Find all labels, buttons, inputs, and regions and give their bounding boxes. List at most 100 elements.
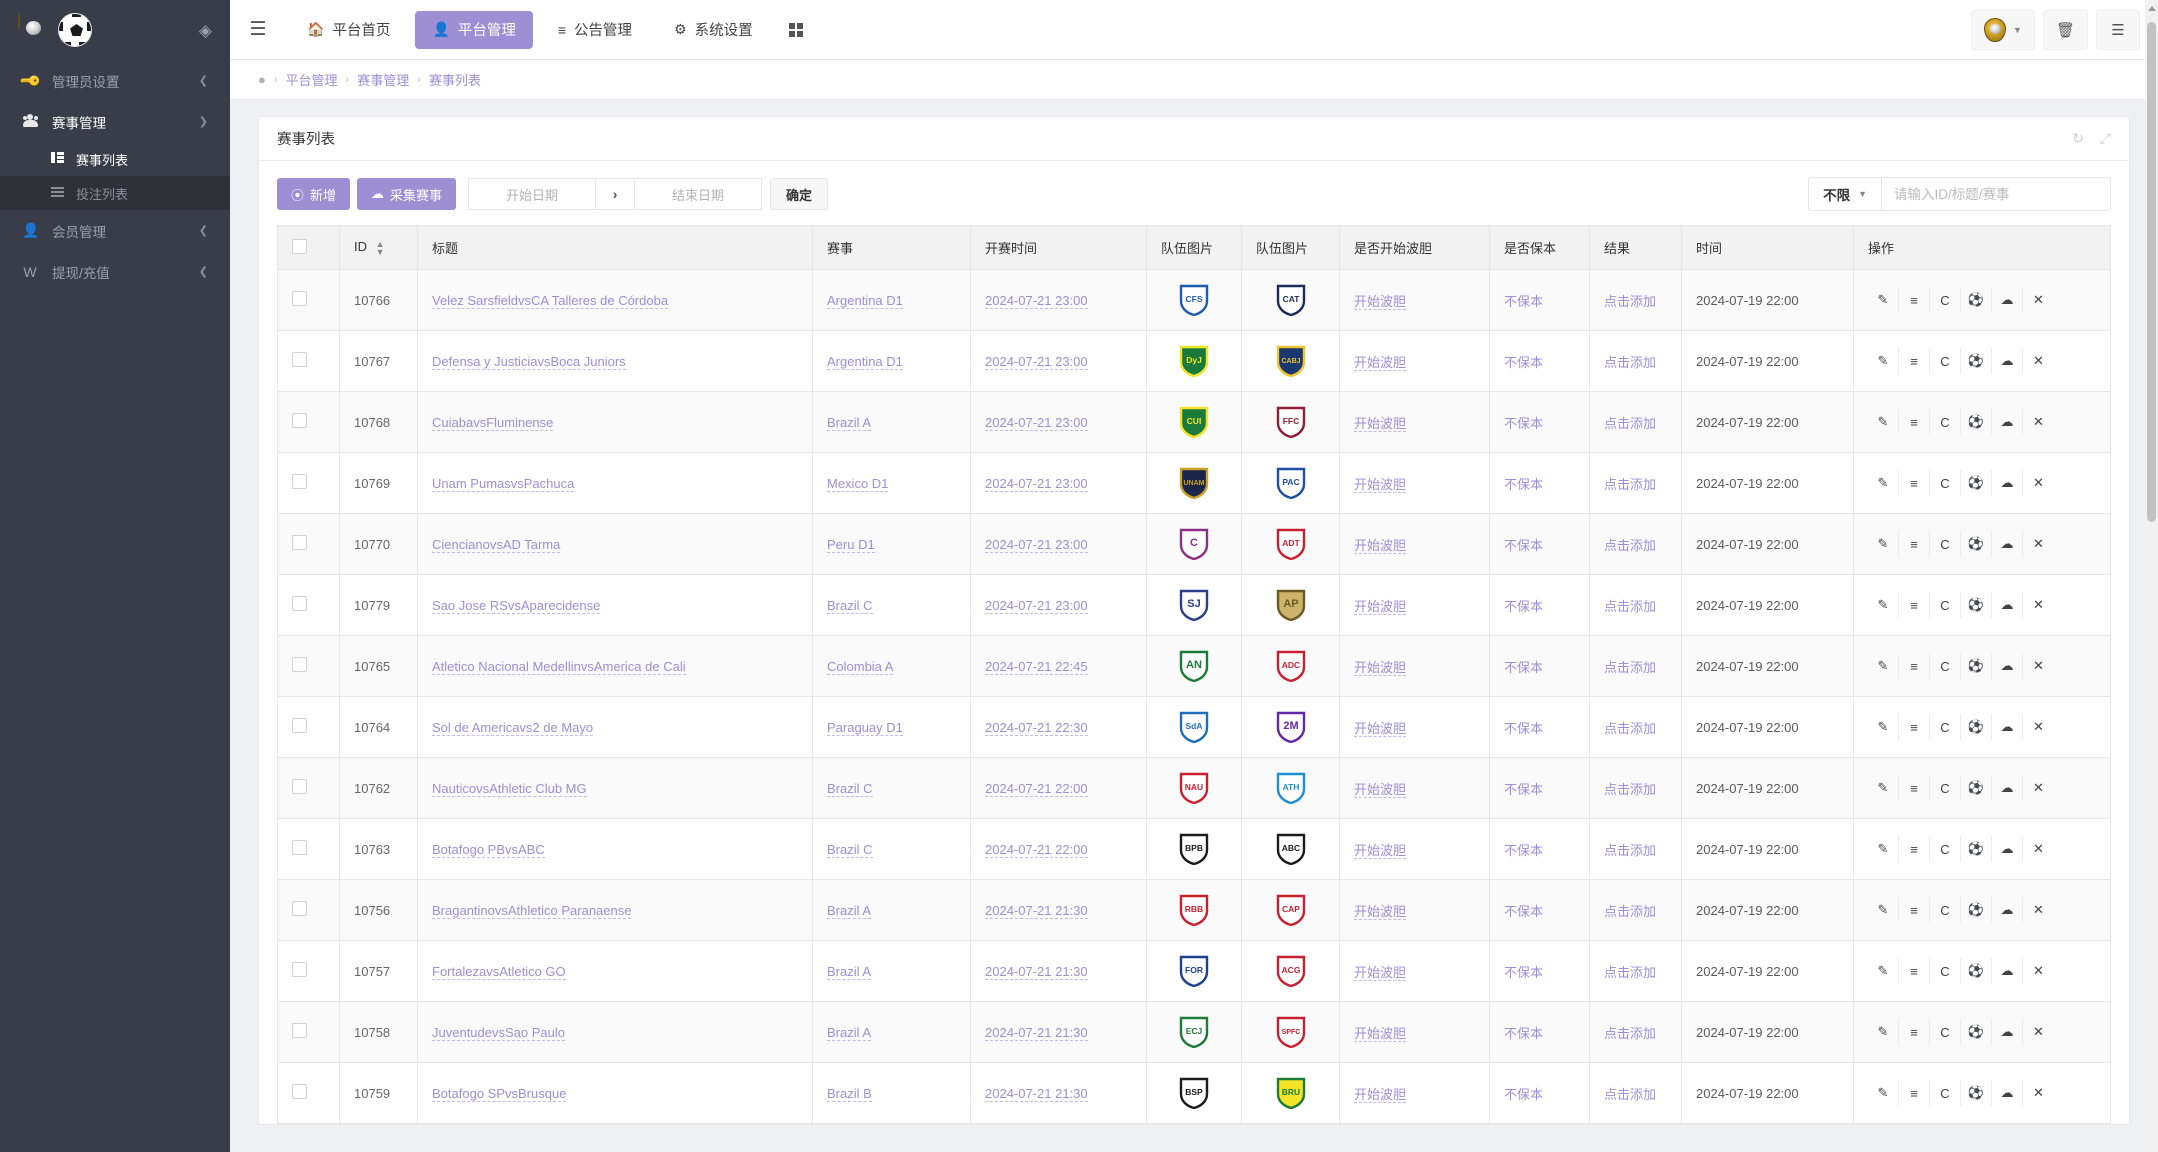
sidebar-item-admin-settings[interactable]: 🔑 管理员设置 ❮ bbox=[0, 60, 230, 101]
match-title-link[interactable]: CuiabavsFluminense bbox=[432, 414, 554, 431]
edit-icon[interactable]: ✎ bbox=[1868, 470, 1899, 496]
list-icon[interactable]: ≡ bbox=[1899, 470, 1930, 496]
result-add-link[interactable]: 点击添加 bbox=[1604, 782, 1656, 797]
kickoff-link[interactable]: 2024-07-21 23:00 bbox=[985, 353, 1088, 370]
soccer-ball-icon[interactable]: ⚽ bbox=[1961, 348, 1992, 374]
list-icon[interactable]: ≡ bbox=[1899, 653, 1930, 679]
baoben-link[interactable]: 不保本 bbox=[1504, 843, 1543, 858]
league-link[interactable]: Brazil A bbox=[827, 963, 872, 980]
user-avatar-menu[interactable]: ▼ bbox=[1971, 9, 2035, 50]
close-icon[interactable]: ✕ bbox=[2023, 836, 2054, 862]
close-icon[interactable]: ✕ bbox=[2023, 714, 2054, 740]
result-add-link[interactable]: 点击添加 bbox=[1604, 355, 1656, 370]
refresh-icon[interactable]: C bbox=[1930, 409, 1961, 435]
kickoff-link[interactable]: 2024-07-21 22:00 bbox=[985, 780, 1088, 797]
baoben-link[interactable]: 不保本 bbox=[1504, 1026, 1543, 1041]
match-title-link[interactable]: FortalezavsAtletico GO bbox=[432, 963, 566, 980]
kickoff-link[interactable]: 2024-07-21 23:00 bbox=[985, 475, 1088, 492]
list-icon[interactable]: ≡ bbox=[1899, 592, 1930, 618]
soccer-ball-icon[interactable]: ⚽ bbox=[1961, 958, 1992, 984]
page-scrollbar[interactable] bbox=[2145, 0, 2158, 1152]
kickoff-link[interactable]: 2024-07-21 23:00 bbox=[985, 414, 1088, 431]
refresh-icon[interactable]: C bbox=[1930, 1019, 1961, 1045]
league-link[interactable]: Brazil C bbox=[827, 841, 873, 858]
row-checkbox[interactable] bbox=[292, 291, 307, 306]
edit-icon[interactable]: ✎ bbox=[1868, 348, 1899, 374]
bodan-link[interactable]: 开始波胆 bbox=[1354, 598, 1407, 615]
edit-icon[interactable]: ✎ bbox=[1868, 531, 1899, 557]
row-checkbox[interactable] bbox=[292, 718, 307, 733]
baoben-link[interactable]: 不保本 bbox=[1504, 294, 1543, 309]
row-checkbox[interactable] bbox=[292, 596, 307, 611]
result-add-link[interactable]: 点击添加 bbox=[1604, 843, 1656, 858]
edit-icon[interactable]: ✎ bbox=[1868, 775, 1899, 801]
soccer-ball-icon[interactable]: ⚽ bbox=[1961, 1080, 1992, 1106]
select-all-checkbox[interactable] bbox=[292, 238, 307, 254]
baoben-link[interactable]: 不保本 bbox=[1504, 1087, 1543, 1102]
baoben-link[interactable]: 不保本 bbox=[1504, 538, 1543, 553]
row-checkbox[interactable] bbox=[292, 413, 307, 428]
match-title-link[interactable]: Unam PumasvsPachuca bbox=[432, 475, 575, 492]
edit-icon[interactable]: ✎ bbox=[1868, 897, 1899, 923]
baoben-link[interactable]: 不保本 bbox=[1504, 477, 1543, 492]
refresh-icon[interactable]: C bbox=[1930, 531, 1961, 557]
result-add-link[interactable]: 点击添加 bbox=[1604, 294, 1656, 309]
list-icon[interactable]: ≡ bbox=[1899, 836, 1930, 862]
row-checkbox[interactable] bbox=[292, 474, 307, 489]
baoben-link[interactable]: 不保本 bbox=[1504, 721, 1543, 736]
result-add-link[interactable]: 点击添加 bbox=[1604, 721, 1656, 736]
bodan-link[interactable]: 开始波胆 bbox=[1354, 354, 1407, 371]
close-icon[interactable]: ✕ bbox=[2023, 1019, 2054, 1045]
list-icon[interactable]: ≡ bbox=[1899, 409, 1930, 435]
row-checkbox[interactable] bbox=[292, 962, 307, 977]
edit-icon[interactable]: ✎ bbox=[1868, 409, 1899, 435]
bodan-link[interactable]: 开始波胆 bbox=[1354, 842, 1407, 859]
kickoff-link[interactable]: 2024-07-21 23:00 bbox=[985, 597, 1088, 614]
match-title-link[interactable]: Botafogo PBvsABC bbox=[432, 841, 545, 858]
close-icon[interactable]: ✕ bbox=[2023, 897, 2054, 923]
confirm-button[interactable]: 确定 bbox=[770, 178, 829, 210]
cloud-upload-icon[interactable]: ☁ bbox=[1992, 470, 2023, 496]
match-title-link[interactable]: CiencianovsAD Tarma bbox=[432, 536, 561, 553]
result-add-link[interactable]: 点击添加 bbox=[1604, 416, 1656, 431]
match-title-link[interactable]: Velez SarsfieldvsCA Talleres de Córdoba bbox=[432, 292, 669, 309]
soccer-ball-icon[interactable]: ⚽ bbox=[1961, 836, 1992, 862]
baoben-link[interactable]: 不保本 bbox=[1504, 355, 1543, 370]
result-add-link[interactable]: 点击添加 bbox=[1604, 1026, 1656, 1041]
panel-toggle-button[interactable]: ☰ bbox=[2096, 9, 2140, 50]
result-add-link[interactable]: 点击添加 bbox=[1604, 599, 1656, 614]
soccer-ball-icon[interactable]: ⚽ bbox=[1961, 287, 1992, 313]
match-title-link[interactable]: NauticovsAthletic Club MG bbox=[432, 780, 587, 797]
list-icon[interactable]: ≡ bbox=[1899, 1080, 1930, 1106]
kickoff-link[interactable]: 2024-07-21 23:00 bbox=[985, 536, 1088, 553]
row-checkbox[interactable] bbox=[292, 657, 307, 672]
result-add-link[interactable]: 点击添加 bbox=[1604, 477, 1656, 492]
soccer-ball-icon[interactable]: ⚽ bbox=[1961, 897, 1992, 923]
row-checkbox[interactable] bbox=[292, 840, 307, 855]
close-icon[interactable]: ✕ bbox=[2023, 287, 2054, 313]
refresh-icon[interactable]: ↻ bbox=[2072, 130, 2084, 147]
cloud-upload-icon[interactable]: ☁ bbox=[1992, 1019, 2023, 1045]
edit-icon[interactable]: ✎ bbox=[1868, 836, 1899, 862]
soccer-ball-icon[interactable]: ⚽ bbox=[1961, 653, 1992, 679]
cloud-upload-icon[interactable]: ☁ bbox=[1992, 714, 2023, 740]
bodan-link[interactable]: 开始波胆 bbox=[1354, 1086, 1407, 1103]
league-link[interactable]: Peru D1 bbox=[827, 536, 875, 553]
tab-platform-home[interactable]: 🏠 平台首页 bbox=[290, 11, 407, 49]
refresh-icon[interactable]: C bbox=[1930, 470, 1961, 496]
close-icon[interactable]: ✕ bbox=[2023, 653, 2054, 679]
match-title-link[interactable]: Atletico Nacional MedellinvsAmerica de C… bbox=[432, 658, 686, 675]
cloud-upload-icon[interactable]: ☁ bbox=[1992, 775, 2023, 801]
list-icon[interactable]: ≡ bbox=[1899, 775, 1930, 801]
edit-icon[interactable]: ✎ bbox=[1868, 592, 1899, 618]
tab-system-settings[interactable]: ⚙ 系统设置 bbox=[657, 11, 770, 49]
league-link[interactable]: Brazil B bbox=[827, 1085, 872, 1102]
soccer-ball-icon[interactable]: ⚽ bbox=[1961, 714, 1992, 740]
close-icon[interactable]: ✕ bbox=[2023, 958, 2054, 984]
kickoff-link[interactable]: 2024-07-21 21:30 bbox=[985, 902, 1088, 919]
cloud-upload-icon[interactable]: ☁ bbox=[1992, 836, 2023, 862]
bodan-link[interactable]: 开始波胆 bbox=[1354, 720, 1407, 737]
row-checkbox[interactable] bbox=[292, 535, 307, 550]
soccer-ball-icon[interactable]: ⚽ bbox=[1961, 775, 1992, 801]
league-link[interactable]: Colombia A bbox=[827, 658, 894, 675]
